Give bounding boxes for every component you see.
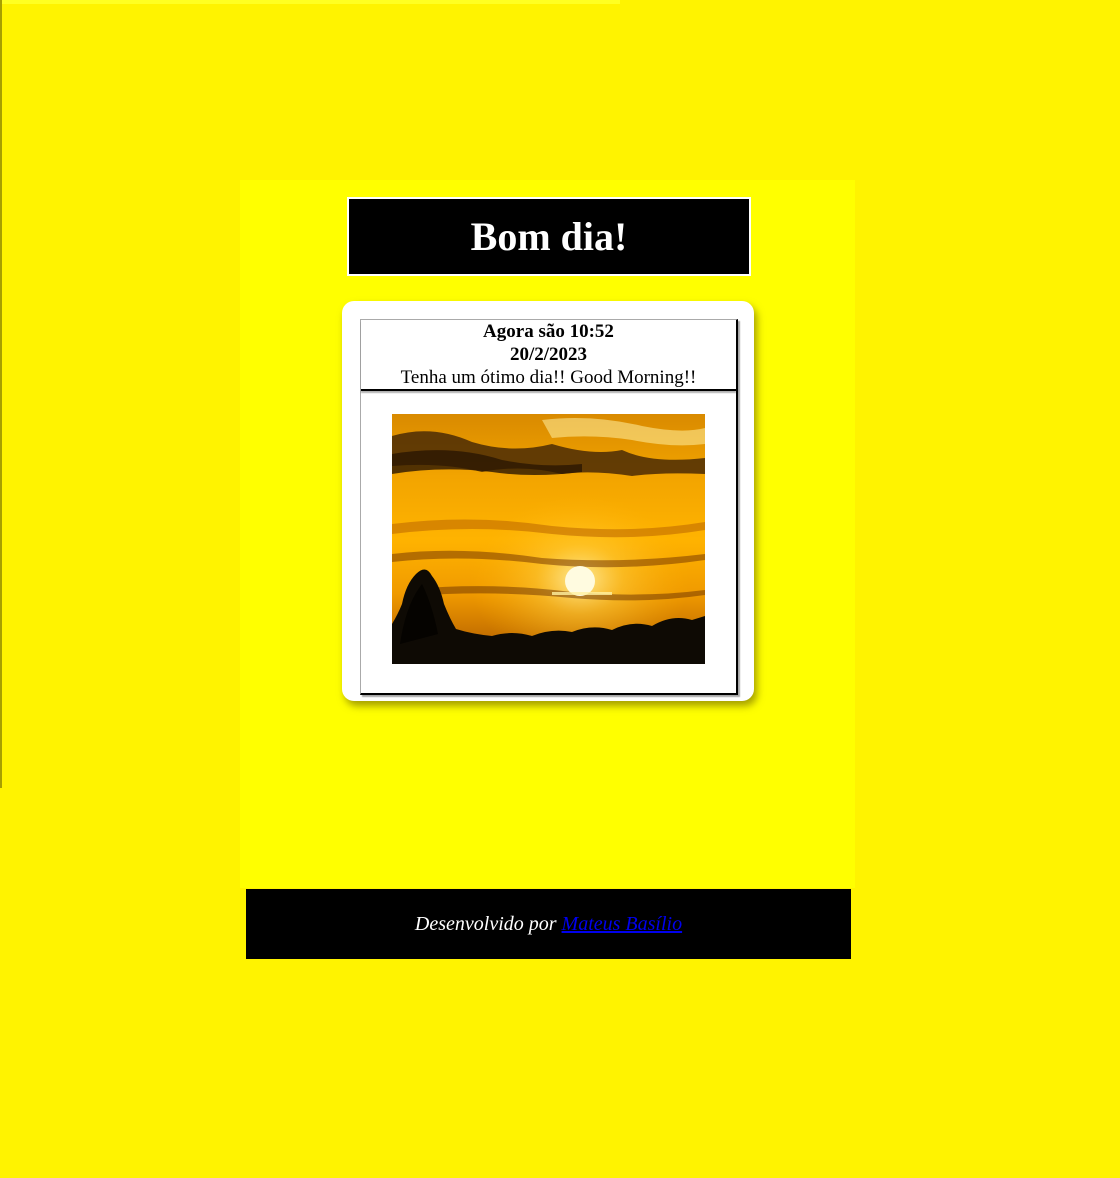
author-link[interactable]: Mateus Basílio bbox=[562, 913, 683, 935]
greeting-text: Tenha um ótimo dia!! Good Morning!! bbox=[400, 367, 697, 388]
message-box: Agora são 10:52 20/2/2023 Tenha um ótimo… bbox=[361, 320, 736, 391]
sunrise-photo-graphic bbox=[392, 414, 705, 664]
greeting-card: Agora são 10:52 20/2/2023 Tenha um ótimo… bbox=[342, 301, 754, 701]
date-text: 20/2/2023 bbox=[509, 344, 588, 365]
greeting-card-frame: Agora são 10:52 20/2/2023 Tenha um ótimo… bbox=[360, 319, 738, 695]
page-title: Bom dia! bbox=[470, 214, 628, 259]
top-edge-strip bbox=[0, 0, 620, 4]
left-edge-strip bbox=[0, 0, 2, 788]
page-footer: Desenvolvido por Mateus Basílio bbox=[246, 889, 851, 959]
sunrise-photo bbox=[392, 414, 705, 664]
time-text: Agora são 10:52 bbox=[483, 321, 614, 342]
page-header: Bom dia! bbox=[347, 197, 751, 276]
footer-prefix: Desenvolvido por bbox=[414, 912, 557, 935]
footer-text: Desenvolvido por Mateus Basílio bbox=[415, 913, 682, 936]
